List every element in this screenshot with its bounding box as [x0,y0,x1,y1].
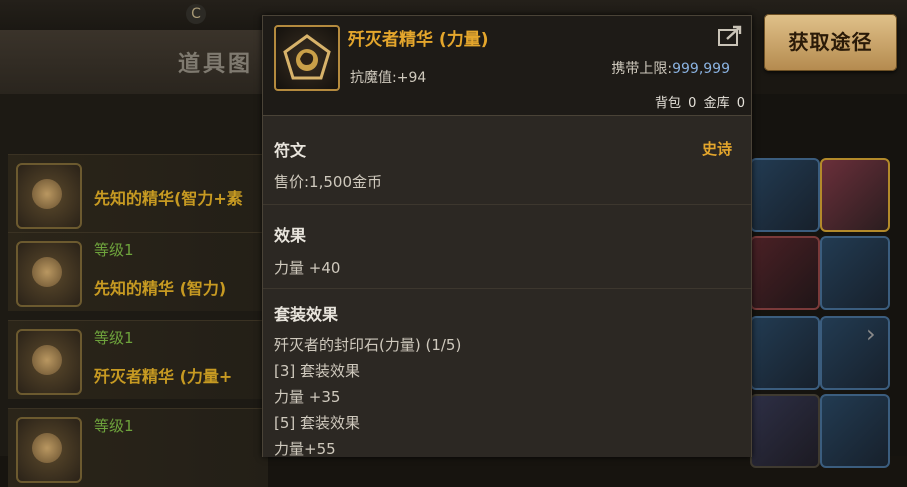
item-catalog-header: 道具图 [0,30,262,95]
chevron-right-icon[interactable]: › [866,320,884,348]
effect-line: 力量 +40 [274,259,341,277]
list-item[interactable]: 等级1 歼灭者精华 (力量+ [8,320,268,399]
set-effect-line: [5] 套装效果 [274,414,361,432]
equipment-slot[interactable] [750,158,820,232]
list-item-level: 等级1 [94,417,134,435]
item-list: 先知的精华(智力+素 等级1 先知的精华 (智力) 等级1 歼灭者精华 (力量+… [0,94,268,487]
set-name: 歼灭者的封印石(力量) (1/5) [274,336,462,354]
list-item-name: 先知的精华(智力+素 [94,189,243,208]
carry-limit-value: 999,999 [672,61,730,77]
equipment-slot[interactable] [820,158,890,232]
item-icon [274,25,340,91]
equipment-grid [750,94,907,468]
tooltip-body: 符文 史诗 售价:1,500金币 效果 力量 +40 套装效果 歼灭者的封印石(… [263,116,751,458]
backpack-label: 背包 [654,96,681,111]
set-effect-line: [3] 套装效果 [274,362,361,380]
acquire-method-button[interactable]: 获取途径 [764,14,897,71]
storage-counts: 背包 0 金库 0 [652,92,745,111]
set-effect-line: 力量 +35 [274,388,341,406]
item-slot-icon [16,329,82,395]
tooltip-header: 歼灭者精华 (力量) 抗魔值:+94 携带上限:999,999 背包 0 金库 … [263,16,751,116]
list-item-name: 先知的精华 (智力) [94,279,227,298]
item-slot-icon [16,163,82,229]
divider [263,288,751,289]
rune-emblem-icon [283,34,331,80]
item-slot-icon [16,241,82,307]
currency-icon: C [186,4,206,24]
list-item[interactable]: 先知的精华(智力+素 [8,154,268,233]
resistance-stat: 抗魔值:+94 [350,70,427,86]
equipment-slot[interactable] [820,394,890,468]
list-item[interactable]: 等级1 先知的精华 (智力) [8,232,268,311]
carry-limit: 携带上限:999,999 [611,58,730,78]
item-catalog-title: 道具图 [178,52,254,77]
equipment-slot[interactable] [750,236,820,310]
item-price: 售价:1,500金币 [274,173,382,191]
item-slot-icon [16,417,82,483]
item-rarity: 史诗 [701,140,732,158]
carry-limit-label: 携带上限: [611,61,673,77]
equipment-slot[interactable] [820,236,890,310]
list-item-name: 歼灭者精华 (力量+ [94,367,233,386]
equipment-slot[interactable] [750,316,820,390]
equipment-slot[interactable] [750,394,820,468]
item-category: 符文 [274,141,307,160]
item-name: 歼灭者精华 (力量) [348,30,489,50]
share-icon[interactable] [717,25,743,47]
list-item[interactable]: 等级1 [8,408,268,487]
effect-title: 效果 [274,226,307,245]
vault-count: 0 [736,96,745,111]
divider [263,204,751,205]
item-tooltip: 歼灭者精华 (力量) 抗魔值:+94 携带上限:999,999 背包 0 金库 … [262,15,752,458]
list-item-level: 等级1 [94,241,134,259]
backpack-count: 0 [688,96,697,111]
vault-label: 金库 [703,96,730,111]
set-effect-title: 套装效果 [274,305,339,324]
list-item-level: 等级1 [94,329,134,347]
